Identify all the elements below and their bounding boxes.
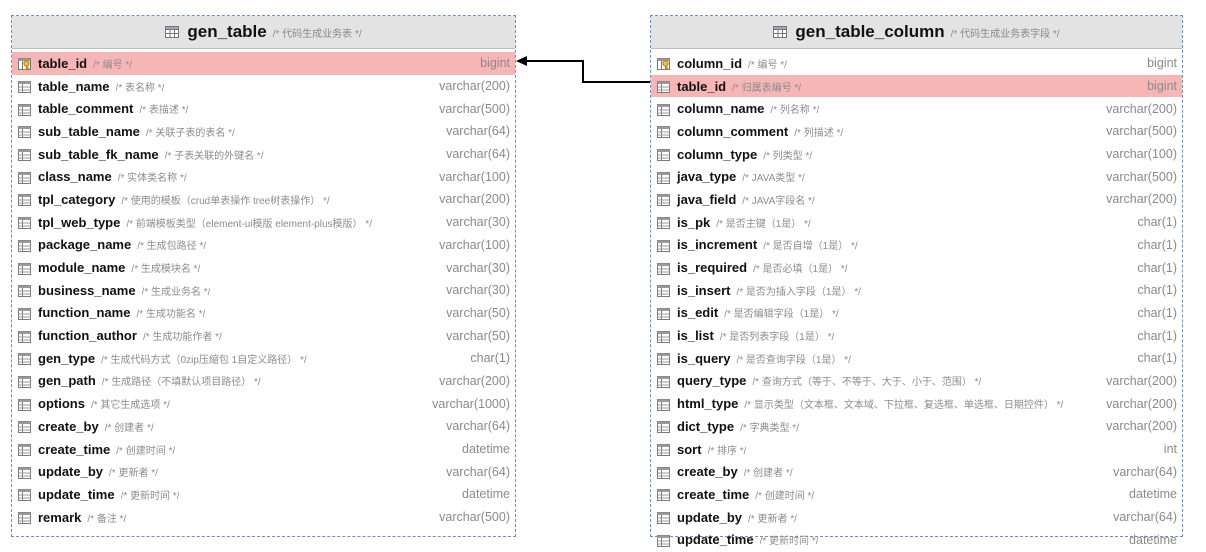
relationship-line [524, 60, 650, 83]
relationship-arrowhead [516, 56, 527, 66]
relationship-connector [516, 56, 650, 83]
